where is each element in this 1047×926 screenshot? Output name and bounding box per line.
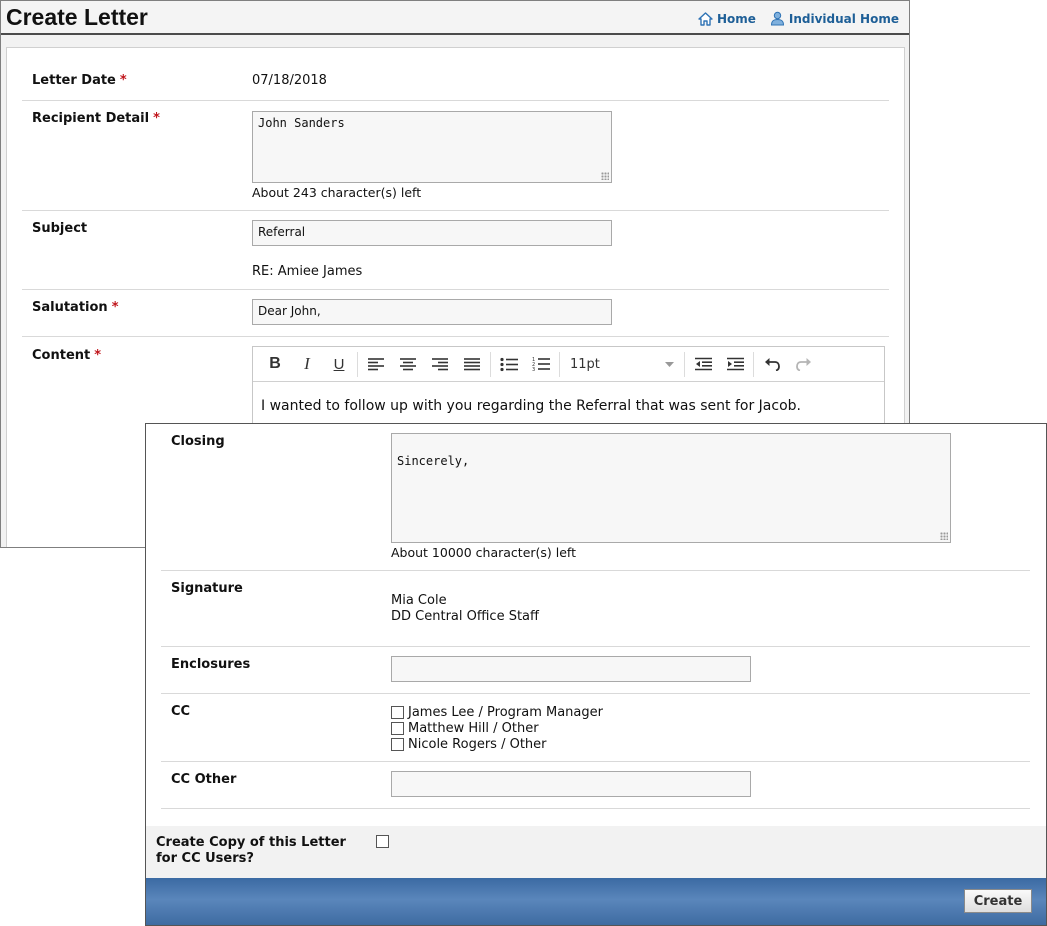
resize-grip-icon[interactable] xyxy=(601,172,609,180)
font-size-select[interactable]: 11pt xyxy=(562,351,682,377)
cc-option-label: Nicole Rogers / Other xyxy=(408,736,547,752)
copy-for-cc-label: Create Copy of this Letter for CC Users? xyxy=(156,835,346,866)
cc-other-label: CC Other xyxy=(171,772,237,787)
italic-icon: I xyxy=(304,354,310,373)
signature-title: DD Central Office Staff xyxy=(391,609,539,624)
copy-for-cc-checkbox[interactable] xyxy=(376,835,389,848)
letter-date-label: Letter Date * xyxy=(32,73,127,88)
bullet-list-button[interactable] xyxy=(493,351,525,377)
recipient-detail-row: Recipient Detail * John Sanders About 243… xyxy=(22,101,889,211)
salutation-input[interactable]: Dear John, xyxy=(252,299,612,325)
toolbar-separator xyxy=(753,351,754,377)
cc-option[interactable]: Matthew Hill / Other xyxy=(391,720,539,736)
underline-button[interactable]: U xyxy=(323,351,355,377)
enclosures-label: Enclosures xyxy=(171,657,251,672)
indent-button[interactable] xyxy=(719,351,751,377)
align-right-button[interactable] xyxy=(424,351,456,377)
align-left-icon xyxy=(368,358,384,371)
cc-option[interactable]: Nicole Rogers / Other xyxy=(391,736,547,752)
closing-textarea[interactable]: Sincerely, xyxy=(391,433,951,543)
top-links: Home Individual Home xyxy=(690,11,899,26)
salutation-row: Salutation * Dear John, xyxy=(22,290,889,337)
outdent-icon xyxy=(694,357,712,371)
recipient-detail-char-count: About 243 character(s) left xyxy=(252,185,422,200)
required-marker: * xyxy=(119,73,127,88)
align-right-icon xyxy=(432,358,448,371)
required-marker: * xyxy=(94,348,102,363)
cc-option-label: Matthew Hill / Other xyxy=(408,720,539,736)
subject-label: Subject xyxy=(32,221,88,236)
closing-value: Sincerely, xyxy=(397,454,470,468)
toolbar-separator xyxy=(559,351,560,377)
toolbar-separator xyxy=(490,351,491,377)
italic-button[interactable]: I xyxy=(291,351,323,377)
cc-other-row: CC Other xyxy=(161,762,1030,809)
enclosures-row: Enclosures xyxy=(161,647,1030,694)
undo-button[interactable] xyxy=(756,351,788,377)
home-icon xyxy=(698,11,713,26)
bullet-list-icon xyxy=(500,357,518,371)
redo-icon xyxy=(796,358,811,371)
title-bar: Create Letter Home Individual Home xyxy=(1,1,909,35)
cc-other-input[interactable] xyxy=(391,771,751,797)
form-footer-bar: Create xyxy=(146,878,1046,925)
cc-option[interactable]: James Lee / Program Manager xyxy=(391,704,603,720)
resize-grip-icon[interactable] xyxy=(940,532,948,540)
home-link[interactable]: Home xyxy=(698,12,756,26)
closing-row: Closing Sincerely, About 10000 character… xyxy=(161,424,1030,571)
closing-char-count: About 10000 character(s) left xyxy=(391,545,577,560)
indent-icon xyxy=(726,357,744,371)
bold-button[interactable]: B xyxy=(259,351,291,377)
editor-toolbar: B I U 1 2 3 11pt xyxy=(253,347,884,382)
underline-icon: U xyxy=(333,355,345,373)
numbered-list-icon: 123 xyxy=(532,357,550,372)
bold-icon: B xyxy=(269,355,281,372)
align-left-button[interactable] xyxy=(360,351,392,377)
signature-row: Signature Mia Cole DD Central Office Sta… xyxy=(161,571,1030,647)
outdent-button[interactable] xyxy=(687,351,719,377)
redo-button[interactable] xyxy=(788,351,820,377)
enclosures-input[interactable] xyxy=(391,656,751,682)
copy-for-cc-row: Create Copy of this Letter for CC Users? xyxy=(146,826,1046,878)
signature-name: Mia Cole xyxy=(391,593,447,608)
subject-input[interactable]: Referral xyxy=(252,220,612,246)
undo-icon xyxy=(765,358,780,371)
cc-checkbox[interactable] xyxy=(391,721,404,735)
person-icon xyxy=(770,11,784,26)
recipient-detail-value: John Sanders xyxy=(258,116,345,130)
numbered-list-button[interactable]: 123 xyxy=(525,351,557,377)
closing-label: Closing xyxy=(171,434,225,449)
justify-icon xyxy=(464,358,480,371)
cc-checkbox[interactable] xyxy=(391,705,404,719)
page-title: Create Letter xyxy=(6,4,148,30)
create-letter-window-bottom: Closing Sincerely, About 10000 character… xyxy=(145,423,1047,926)
letter-date-row: Letter Date * 07/18/2018 xyxy=(22,48,889,101)
font-size-value: 11pt xyxy=(570,356,600,372)
individual-home-link-label: Individual Home xyxy=(788,11,899,26)
svg-text:3: 3 xyxy=(532,367,535,372)
home-link-label: Home xyxy=(716,11,756,26)
toolbar-separator xyxy=(684,351,685,377)
content-label: Content * xyxy=(32,348,102,363)
required-marker: * xyxy=(153,111,160,126)
subject-row: Subject Referral RE: Amiee James xyxy=(22,211,889,290)
recipient-detail-label: Recipient Detail * xyxy=(32,111,160,126)
subject-re-line: RE: Amiee James xyxy=(252,264,363,279)
cc-label: CC xyxy=(171,704,191,719)
required-marker: * xyxy=(111,300,119,315)
create-button[interactable]: Create xyxy=(964,889,1032,913)
chevron-down-icon xyxy=(665,361,674,367)
letter-date-value: 07/18/2018 xyxy=(252,73,327,88)
cc-row: CC James Lee / Program Manager Matthew H… xyxy=(161,694,1030,762)
salutation-label: Salutation * xyxy=(32,300,119,315)
cc-checkbox[interactable] xyxy=(391,737,404,751)
individual-home-link[interactable]: Individual Home xyxy=(770,11,899,26)
justify-button[interactable] xyxy=(456,351,488,377)
recipient-detail-textarea[interactable]: John Sanders xyxy=(252,111,612,183)
signature-label: Signature xyxy=(171,581,243,596)
align-center-button[interactable] xyxy=(392,351,424,377)
cc-option-label: James Lee / Program Manager xyxy=(408,704,603,720)
toolbar-separator xyxy=(357,351,358,377)
align-center-icon xyxy=(400,358,416,371)
